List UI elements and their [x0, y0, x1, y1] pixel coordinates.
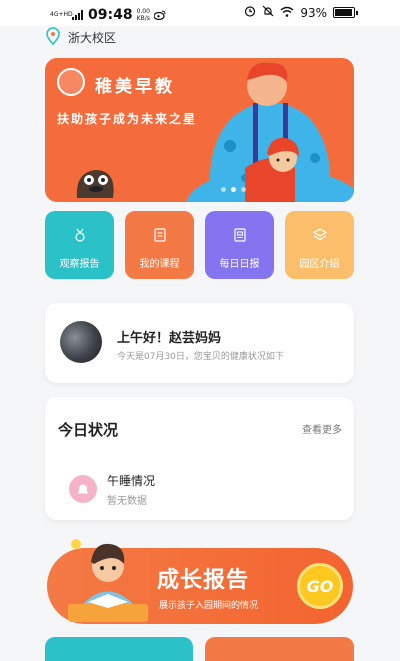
document-icon — [233, 227, 247, 242]
tile-label: 园区介绍 — [299, 259, 340, 270]
weibo-icon — [153, 5, 166, 24]
carousel-dot[interactable] — [221, 187, 226, 192]
layers-icon — [312, 227, 327, 241]
bottom-card-left[interactable] — [45, 637, 193, 661]
net-speed-value: 0.00 — [136, 7, 150, 15]
bottom-card-right[interactable] — [205, 637, 354, 661]
net-speed-unit: KB/s — [136, 14, 150, 22]
growth-report-title: 成长报告 — [157, 568, 250, 593]
greeting-title: 上午好！赵芸妈妈 — [117, 331, 222, 346]
avatar[interactable] — [60, 321, 102, 363]
greeting-card[interactable]: 上午好！赵芸妈妈 今天是07月30日，您宝贝的健康状况如下 — [45, 303, 354, 383]
wifi-icon — [280, 6, 294, 20]
clock: 09:48 — [88, 6, 133, 23]
growth-report-subtitle: 展示孩子入园期间的情况 — [159, 601, 259, 611]
tile-daily-report[interactable]: 每日日报 — [205, 211, 274, 279]
location-name: 浙大校区 — [68, 30, 117, 45]
view-more-link[interactable]: 查看更多 — [302, 421, 342, 436]
today-status-card: 今日状况 查看更多 午睡情况 暂无数据 — [45, 397, 354, 520]
tile-label: 我的课程 — [139, 259, 180, 270]
tile-label: 每日日报 — [219, 259, 260, 270]
banner-carousel[interactable]: 稚美早教 扶助孩子成为未来之星 — [45, 58, 354, 202]
battery-icon — [333, 7, 358, 18]
location-pin-icon — [46, 26, 60, 48]
status-right: 93% — [244, 5, 358, 20]
banner-illustration — [76, 62, 354, 202]
status-left: 4G+HD 09:48 0.00 KB/s — [50, 5, 166, 24]
book-icon — [153, 227, 167, 242]
nap-status-value: 暂无数据 — [107, 496, 147, 507]
section-title: 今日状况 — [58, 421, 119, 439]
nap-status-title[interactable]: 午睡情况 — [107, 472, 155, 489]
reading-kid-illustration — [68, 539, 148, 622]
status-bar: 4G+HD 09:48 0.00 KB/s 93% — [0, 0, 400, 26]
alarm-icon — [244, 5, 256, 20]
carousel-dot-active[interactable] — [231, 187, 236, 192]
signal-icon — [72, 5, 84, 24]
tile-observation-report[interactable]: 观察报告 — [45, 211, 114, 279]
carousel-dots — [221, 187, 246, 192]
greeting-subtitle: 今天是07月30日，您宝贝的健康状况如下 — [117, 352, 284, 362]
battery-fill — [335, 9, 352, 16]
mute-bell-icon — [262, 5, 274, 20]
tile-campus-intro[interactable]: 园区介绍 — [285, 211, 354, 279]
tile-label: 观察报告 — [59, 259, 100, 270]
location-selector[interactable]: 浙大校区 — [46, 26, 116, 48]
medal-icon — [73, 227, 87, 242]
bell-icon — [69, 475, 97, 503]
go-button[interactable]: GO — [297, 563, 343, 609]
network-indicator: 4G+HD — [50, 10, 73, 18]
carousel-dot[interactable] — [241, 187, 246, 192]
tile-my-courses[interactable]: 我的课程 — [125, 211, 194, 279]
battery-percent: 93% — [300, 5, 327, 20]
net-speed: 0.00 KB/s — [137, 8, 150, 22]
